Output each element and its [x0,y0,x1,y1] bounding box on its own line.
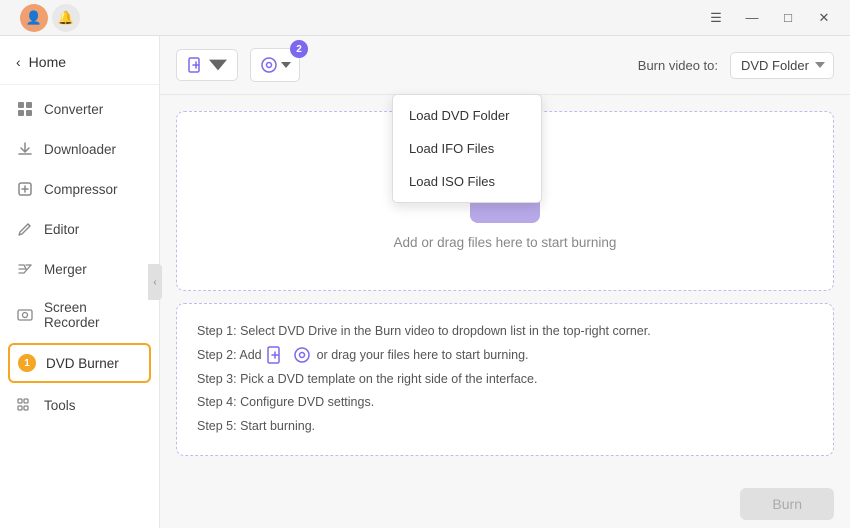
sidebar-item-compressor[interactable]: Compressor [0,169,159,209]
load-iso-files-item[interactable]: Load ISO Files [393,165,541,198]
minimize-button[interactable]: — [738,7,766,29]
instructions-panel: Step 1: Select DVD Drive in the Burn vid… [176,303,834,456]
load-dropdown-chevron-icon [281,62,291,68]
step2-icons [265,344,313,366]
tools-icon [16,396,34,414]
sidebar-divider [0,84,159,85]
sidebar-dvd-burner-label: DVD Burner [46,356,119,371]
title-bar-icons: 👤 🔔 [20,4,80,32]
sidebar-item-downloader[interactable]: Downloader [0,129,159,169]
step2-add-file-icon [265,344,287,366]
close-button[interactable]: ✕ [810,7,838,29]
maximize-button[interactable]: □ [774,7,802,29]
user-avatar-icon: 👤 [20,4,48,32]
load-dropdown-badge: 2 [290,40,308,58]
sidebar-item-merger[interactable]: Merger [0,249,159,289]
merger-icon [16,260,34,278]
sidebar-item-converter[interactable]: Converter [0,89,159,129]
step1-text: Step 1: Select DVD Drive in the Burn vid… [197,320,813,344]
sidebar-downloader-label: Downloader [44,142,116,157]
burn-video-to-select[interactable]: DVD Folder DVD Drive ISO File [730,52,834,79]
back-arrow-icon: ‹ [16,54,21,70]
sidebar-home[interactable]: ‹ Home [0,44,159,80]
add-files-button[interactable] [176,49,238,81]
burn-button[interactable]: Burn [740,488,834,520]
sidebar-item-editor[interactable]: Editor [0,209,159,249]
burn-btn-wrap: Burn [160,480,850,528]
hamburger-menu-icon[interactable]: ☰ [702,7,730,29]
sidebar-converter-label: Converter [44,102,103,117]
sidebar-merger-label: Merger [44,262,87,277]
step4-text: Step 4: Configure DVD settings. [197,391,813,415]
load-ifo-files-item[interactable]: Load IFO Files [393,132,541,165]
downloader-icon [16,140,34,158]
home-label: Home [29,54,66,70]
sidebar-badge-1: 1 [18,354,36,372]
add-files-dropdown-arrow-icon [209,56,227,74]
compressor-icon [16,180,34,198]
load-dropdown-menu: Load DVD Folder Load IFO Files Load ISO … [392,94,542,203]
step2-load-dvd-icon [291,344,313,366]
sidebar-item-tools[interactable]: Tools [0,385,159,425]
toolbar: 2 Load DVD Folder Load IFO Files Load IS… [160,36,850,95]
sidebar: ‹ Home Converter Downloader [0,36,160,528]
sidebar-editor-label: Editor [44,222,79,237]
step5-text: Step 5: Start burning. [197,415,813,439]
sidebar-compressor-label: Compressor [44,182,118,197]
drop-area-text: Add or drag files here to start burning [394,235,617,250]
burn-video-to-label: Burn video to: [638,58,718,73]
sidebar-screen-recorder-label: Screen Recorder [44,300,143,330]
sidebar-collapse-toggle[interactable]: ‹ [148,264,162,300]
converter-icon [16,100,34,118]
editor-icon [16,220,34,238]
sidebar-tools-label: Tools [44,398,76,413]
load-dvd-icon [259,55,279,75]
load-dvd-folder-item[interactable]: Load DVD Folder [393,99,541,132]
title-bar: 👤 🔔 ☰ — □ ✕ [0,0,850,36]
content-area: ‹ 2 [160,36,850,528]
sidebar-item-screen-recorder[interactable]: Screen Recorder [0,289,159,341]
notification-bell-icon: 🔔 [52,4,80,32]
main-layout: ‹ Home Converter Downloader [0,36,850,528]
add-file-icon [187,56,205,74]
step3-text: Step 3: Pick a DVD template on the right… [197,368,813,392]
step2-text: Step 2: Add [197,344,813,368]
screen-recorder-icon [16,306,34,324]
sidebar-item-dvd-burner[interactable]: 1 DVD Burner [8,343,151,383]
load-dvd-button-wrap: 2 [250,48,300,82]
